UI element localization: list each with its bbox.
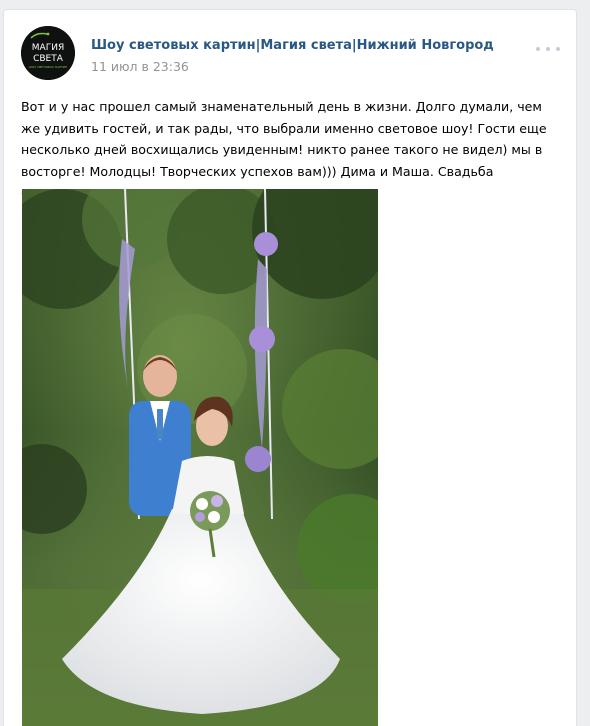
post-date-link[interactable]: 11 июл в 23:36: [91, 59, 189, 74]
wedding-photo-icon: [22, 189, 378, 726]
more-dot-icon: [536, 47, 540, 51]
post-card: МАГИЯ СВЕТА ШОУ СВЕТОВЫХ КАРТИН Шоу свет…: [3, 9, 577, 726]
post-photo[interactable]: [22, 189, 378, 726]
avatar-logo: МАГИЯ СВЕТА ШОУ СВЕТОВЫХ КАРТИН: [21, 26, 75, 80]
more-dot-icon: [556, 47, 560, 51]
logo-line1: МАГИЯ: [32, 43, 64, 53]
avatar[interactable]: МАГИЯ СВЕТА ШОУ СВЕТОВЫХ КАРТИН: [21, 26, 75, 80]
logo-line2: СВЕТА: [33, 54, 64, 64]
post-author-link[interactable]: Шоу световых картин|Магия света|Нижний Н…: [91, 38, 494, 53]
post-header: МАГИЯ СВЕТА ШОУ СВЕТОВЫХ КАРТИН Шоу свет…: [21, 26, 562, 82]
logo-tagline: ШОУ СВЕТОВЫХ КАРТИН: [29, 65, 68, 69]
more-dot-icon: [546, 47, 550, 51]
more-options-button[interactable]: [536, 41, 560, 57]
